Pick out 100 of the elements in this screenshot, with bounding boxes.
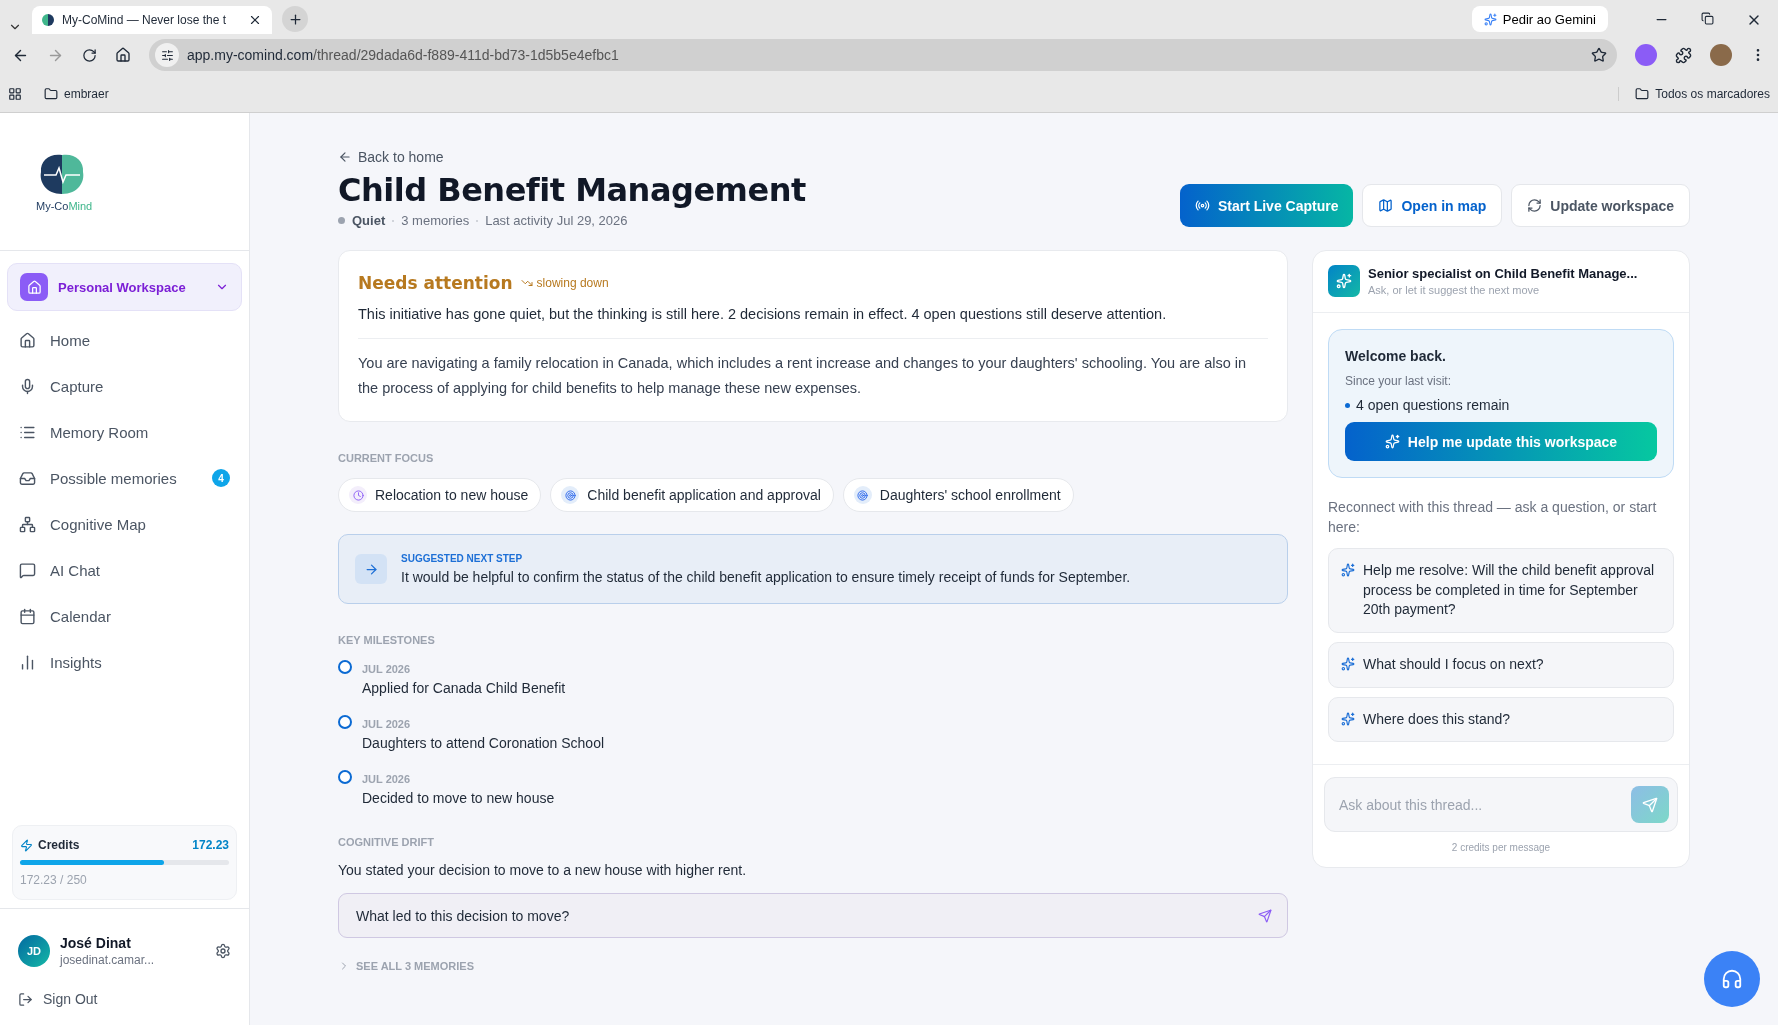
- header-button[interactable]: Update workspace: [1511, 184, 1690, 227]
- sparkles-icon: [1341, 656, 1355, 671]
- sparkle-icon: [1483, 12, 1497, 26]
- profile-avatar[interactable]: [1710, 44, 1732, 66]
- user-avatar: JD: [18, 935, 50, 967]
- suggestion-button[interactable]: Help me resolve: Will the child benefit approval process be completed in time for September 20th payment?: [1328, 548, 1674, 633]
- user-name: José Dinat: [60, 935, 132, 951]
- send-icon[interactable]: [1258, 908, 1272, 923]
- sign-out-link[interactable]: Sign Out: [0, 981, 249, 1025]
- nav-item[interactable]: Home: [7, 317, 242, 363]
- header-button[interactable]: Open in map: [1362, 184, 1503, 227]
- bookmark-star-icon[interactable]: [1591, 47, 1607, 63]
- refresh-icon: [1527, 198, 1543, 213]
- milestone-date: JUL 2026: [362, 773, 412, 786]
- all-bookmarks-folder[interactable]: Todos os marcadores: [1618, 87, 1770, 101]
- section-label: CURRENT FOCUS: [338, 452, 435, 465]
- next-step-label: SUGGESTED NEXT STEP: [401, 553, 524, 565]
- status-dot: [338, 217, 345, 224]
- sparkles-icon: [1328, 265, 1360, 297]
- close-icon[interactable]: [248, 13, 262, 27]
- summary-text: This initiative has gone quiet, but the thinking is still here. 2 decisions remain in effect. 4 open questions still deserve attention.: [358, 305, 1168, 324]
- bullet-text: 4 open questions remain: [1356, 397, 1510, 413]
- send-icon: [1642, 796, 1658, 813]
- back-link[interactable]: Back to home: [338, 149, 444, 165]
- site-favicon-icon: [42, 14, 54, 26]
- description-text: You are navigating a family relocation in Canada, which includes a rent increase and changes to your daughters' schooling. You are also in the process of applying for child benefits to help manage these new expenses.: [358, 354, 1248, 399]
- gemini-button[interactable]: Pedir ao Gemini: [1471, 6, 1608, 32]
- hierarchy-icon: [19, 515, 36, 533]
- credits-value: 172.23: [192, 838, 229, 852]
- bookmark-folder[interactable]: embraer: [32, 87, 109, 101]
- milestone-title: Applied for Canada Child Benefit: [362, 680, 566, 697]
- clock-icon: [349, 486, 367, 505]
- reconnect-text: Reconnect with this thread — ask a question, or start here:: [1328, 498, 1658, 537]
- site-settings-icon[interactable]: [155, 43, 179, 67]
- apps-grid-icon[interactable]: [8, 87, 22, 101]
- suggestion-button[interactable]: What should I focus on next?: [1328, 641, 1674, 688]
- plus-icon: [287, 11, 303, 27]
- credits-note: 2 credits per message: [1450, 842, 1552, 854]
- milestone-date: JUL 2026: [362, 663, 412, 676]
- user-email: josedinat.camar...: [60, 953, 156, 967]
- folder-icon: [44, 87, 58, 101]
- header-button[interactable]: Start Live Capture: [1179, 184, 1354, 227]
- bullet-dot: [1345, 402, 1350, 408]
- milestone-dot: [338, 715, 352, 730]
- credits-reading: 172.23 / 250: [20, 873, 88, 887]
- logo-text: My-CoMind: [36, 199, 94, 212]
- nav-item[interactable]: Insights: [7, 639, 242, 685]
- milestone-dot: [338, 660, 352, 675]
- ask-input[interactable]: Ask about this thread...: [1337, 795, 1631, 814]
- trend-label: slowing down: [520, 276, 609, 290]
- sparkles-icon: [1341, 563, 1355, 578]
- house-icon: [19, 331, 36, 349]
- since-label: Since your last visit:: [1345, 374, 1453, 388]
- restore-icon[interactable]: [1701, 12, 1714, 25]
- focus-chip[interactable]: Child benefit application and approval: [550, 478, 834, 513]
- sparkles-icon: [1384, 434, 1400, 449]
- nav-item[interactable]: Capture: [7, 363, 242, 409]
- settings-icon[interactable]: [215, 943, 231, 959]
- arrow-right-icon: [355, 554, 387, 585]
- nav-item[interactable]: Memory Room: [7, 409, 242, 455]
- status-text: Quiet: [352, 213, 386, 228]
- new-tab-button[interactable]: [282, 6, 308, 32]
- reload-icon[interactable]: [82, 47, 97, 63]
- attention-heading: Needs attention: [358, 273, 513, 293]
- milestone-title: Daughters to attend Coronation School: [362, 735, 605, 752]
- nav-item[interactable]: Possible memories 4: [7, 455, 242, 501]
- trend-down-icon: [520, 277, 533, 289]
- page-title: Child Benefit Management: [338, 171, 806, 209]
- support-button[interactable]: [1704, 951, 1760, 1007]
- address-bar[interactable]: app.my-comind.com/thread/29dada6d-f889-411d-bd73-1d5b5e4efbc1: [149, 39, 1617, 71]
- welcome-title: Welcome back.: [1345, 348, 1447, 364]
- nav-item[interactable]: AI Chat: [7, 547, 242, 593]
- milestone-title: Decided to move to new house: [362, 790, 555, 807]
- question-input[interactable]: What led to this decision to move?: [354, 906, 1258, 925]
- update-workspace-button[interactable]: Help me update this workspace: [1345, 422, 1657, 461]
- nav-item[interactable]: Cognitive Map: [7, 501, 242, 547]
- assistant-title: Senior specialist on Child Benefit Manage...: [1368, 266, 1638, 281]
- drift-statement: You stated your decision to move to a new house with higher rent.: [338, 862, 748, 879]
- target-icon: [561, 486, 580, 505]
- memory-count: 3 memories: [401, 213, 470, 228]
- broadcast-icon: [1194, 198, 1210, 213]
- house-icon: [20, 273, 48, 301]
- extensions-icon[interactable]: [1675, 46, 1692, 64]
- nav-item[interactable]: Calendar: [7, 593, 242, 639]
- browser-tab[interactable]: My-CoMind — Never lose the t: [32, 6, 272, 34]
- url-text: app.my-comind.com/thread/29dada6d-f889-411d-bd73-1d5b5e4efbc1: [187, 47, 620, 63]
- focus-chip[interactable]: Relocation to new house: [338, 478, 542, 513]
- workspace-selector[interactable]: Personal Workspace: [7, 263, 242, 311]
- ask-field[interactable]: Ask about this thread...: [1324, 777, 1678, 833]
- home-icon[interactable]: [115, 47, 131, 63]
- milestone-date: JUL 2026: [362, 718, 412, 731]
- suggestion-button[interactable]: Where does this stand?: [1328, 696, 1674, 743]
- tab-title: My-CoMind — Never lose the t: [62, 13, 228, 27]
- section-label: COGNITIVE DRIFT: [338, 836, 435, 849]
- focus-chip[interactable]: Daughters' school enrollment: [842, 478, 1074, 513]
- sparkles-icon: [1341, 711, 1355, 726]
- lightning-icon: [20, 838, 33, 852]
- question-field[interactable]: What led to this decision to move?: [338, 893, 1288, 939]
- section-label: KEY MILESTONES: [338, 634, 436, 647]
- target-icon: [853, 486, 872, 505]
